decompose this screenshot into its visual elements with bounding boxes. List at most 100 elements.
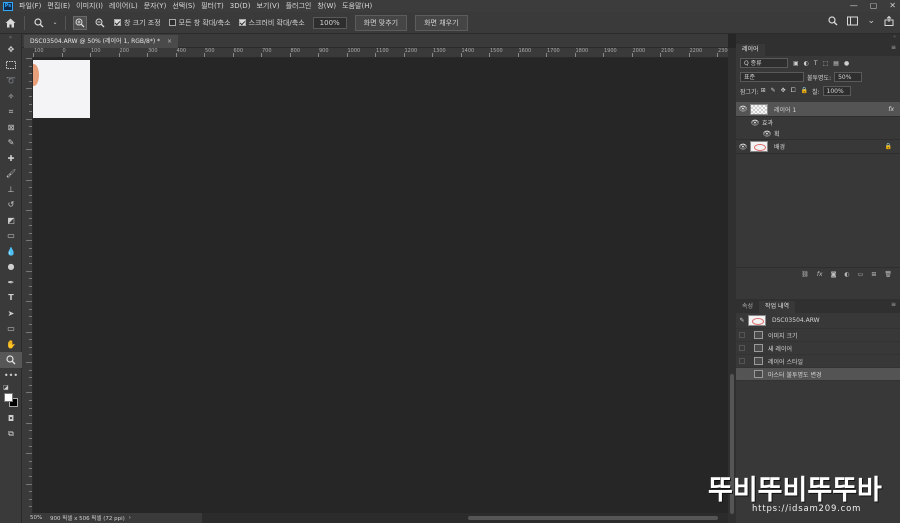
visibility-eye-icon[interactable]: 👁	[748, 119, 762, 127]
healing-brush-tool-icon[interactable]: ✚	[0, 151, 22, 167]
default-colors-icon[interactable]: ◪	[0, 383, 22, 391]
eyedropper-tool-icon[interactable]: ✎	[0, 135, 22, 151]
history-item-selected[interactable]: 마스터 불투명도 변경	[736, 368, 900, 381]
layer-row[interactable]: 👁 배경 🔒	[736, 139, 900, 154]
crop-tool-icon[interactable]: ⌗	[0, 104, 22, 120]
menu-3d[interactable]: 3D(D)	[230, 2, 251, 10]
gradient-tool-icon[interactable]: ▭	[0, 228, 22, 244]
type-tool-icon[interactable]: T	[0, 290, 22, 306]
history-item[interactable]: 새 레이어	[736, 342, 900, 355]
pen-tool-icon[interactable]: ✒	[0, 275, 22, 291]
type-filter-icon[interactable]: T	[814, 60, 818, 67]
shape-filter-icon[interactable]: ⬚	[823, 60, 829, 67]
history-snapshot[interactable]: ✎ DSC03504.ARW	[736, 313, 900, 329]
clone-stamp-tool-icon[interactable]: ⊥	[0, 182, 22, 198]
history-checkbox-box[interactable]	[739, 332, 745, 338]
image-filter-icon[interactable]: ▣	[793, 60, 799, 67]
fill-input[interactable]: 100%	[822, 86, 851, 96]
layer-row[interactable]: 👁 레이어 1 fx	[736, 102, 900, 117]
status-zoom[interactable]: 50%	[22, 515, 50, 521]
menu-select[interactable]: 선택(S)	[172, 1, 195, 11]
document-tab[interactable]: DSC03504.ARW @ 50% (레이어 1, RGB/8*) * ×	[24, 35, 179, 48]
zoom-percent-button[interactable]: 100%	[312, 16, 347, 29]
share-icon[interactable]	[884, 15, 894, 29]
menu-layer[interactable]: 레이어(L)	[109, 1, 138, 11]
horizontal-scroll-thumb[interactable]	[468, 516, 718, 520]
lock-artboard-icon[interactable]: ⧠	[791, 87, 796, 95]
add-mask-icon[interactable]: ◙	[831, 271, 837, 278]
effects-row[interactable]: 👁 효과	[736, 117, 900, 128]
panel-collapse-grip[interactable]: «	[736, 34, 900, 42]
fx-icon[interactable]: fx	[888, 106, 894, 113]
delete-layer-icon[interactable]: 🗑	[884, 271, 892, 278]
adjustment-filter-icon[interactable]: ◐	[804, 60, 809, 67]
magic-wand-tool-icon[interactable]: ✧	[0, 89, 22, 105]
panel-menu-icon[interactable]: ≡	[891, 44, 896, 51]
minimize-button[interactable]: —	[850, 1, 858, 10]
menu-plugins[interactable]: 플러그인	[286, 1, 312, 11]
marquee-tool-icon[interactable]	[0, 58, 22, 74]
zoom-tool-icon[interactable]	[0, 352, 22, 368]
zoom-out-icon[interactable]	[93, 16, 107, 30]
close-window-button[interactable]: ✕	[889, 1, 896, 10]
lock-position-icon[interactable]: ✥	[781, 87, 786, 95]
layer-filter-select[interactable]: Q 종류	[740, 58, 788, 68]
layer-name[interactable]: 배경	[774, 142, 785, 151]
history-item[interactable]: 레이어 스타일	[736, 355, 900, 368]
blur-tool-icon[interactable]: 💧	[0, 244, 22, 260]
scrubby-zoom-checkbox[interactable]: 스크러비 확대/축소	[238, 18, 305, 28]
lock-pixels-icon[interactable]: ✎	[771, 87, 776, 95]
home-icon[interactable]	[3, 16, 17, 30]
rectangle-tool-icon[interactable]: ▭	[0, 321, 22, 337]
workspace-icon[interactable]	[847, 16, 859, 29]
quick-mask-icon[interactable]: ◘	[0, 411, 22, 427]
history-item[interactable]: 이미지 크기	[736, 329, 900, 342]
add-style-icon[interactable]: fx	[817, 271, 823, 278]
visibility-eye-icon[interactable]: 👁	[760, 130, 774, 138]
new-adjustment-icon[interactable]: ◐	[844, 271, 849, 278]
link-layers-icon[interactable]: ⛓	[801, 271, 809, 278]
path-selection-tool-icon[interactable]: ➤	[0, 306, 22, 322]
tab-layers[interactable]: 레이어	[736, 44, 765, 56]
eraser-tool-icon[interactable]: ◩	[0, 213, 22, 229]
new-group-icon[interactable]: ▭	[858, 271, 864, 278]
status-arrow-icon[interactable]: ›	[129, 515, 131, 521]
lock-transparent-icon[interactable]: ⊞	[761, 87, 766, 95]
lock-all-icon[interactable]: 🔒	[801, 87, 808, 95]
visibility-eye-icon[interactable]: 👁	[736, 105, 750, 113]
new-layer-icon[interactable]: ⊞	[871, 271, 876, 278]
history-checkbox-box[interactable]	[739, 345, 745, 351]
hand-tool-icon[interactable]: ✋	[0, 337, 22, 353]
menu-filter[interactable]: 필터(T)	[201, 1, 224, 11]
dodge-tool-icon[interactable]: ●	[0, 259, 22, 275]
horizontal-ruler[interactable]: 100 0 100 200 300 400 500 600 700 800 900 1000 1100 1…	[33, 48, 728, 58]
document-image[interactable]	[33, 60, 90, 118]
fill-screen-button[interactable]: 화면 채우기	[415, 14, 468, 31]
vertical-scrollbar[interactable]	[728, 48, 736, 523]
layer-name[interactable]: 레이어 1	[774, 105, 796, 114]
opacity-input[interactable]: 50%	[834, 72, 863, 82]
zoom-in-icon[interactable]	[73, 15, 87, 30]
lasso-tool-icon[interactable]: ➰	[0, 73, 22, 89]
zoom-all-windows-checkbox[interactable]: 모든 창 확대/축소	[168, 18, 231, 28]
move-tool-icon[interactable]: ✥	[0, 42, 22, 58]
chevron-down-icon[interactable]: ⌄	[52, 16, 58, 30]
resize-windows-checkbox[interactable]: 창 크기 조정	[114, 18, 161, 28]
canvas-area[interactable]	[33, 58, 728, 513]
screen-mode-icon[interactable]: ⧉	[0, 427, 22, 443]
fit-screen-button[interactable]: 화면 맞추기	[354, 14, 408, 31]
smart-object-filter-icon[interactable]: ▤	[833, 60, 839, 67]
close-tab-icon[interactable]: ×	[167, 38, 172, 45]
frame-tool-icon[interactable]: ⊠	[0, 120, 22, 136]
history-brush-tool-icon[interactable]: ↺	[0, 197, 22, 213]
more-tools-icon[interactable]: •••	[0, 368, 22, 384]
blend-mode-select[interactable]: 표준	[740, 72, 804, 82]
search-icon[interactable]	[828, 16, 838, 29]
foreground-color-swatch[interactable]	[4, 393, 13, 402]
vertical-ruler[interactable]	[22, 58, 33, 513]
brush-tool-icon[interactable]: 🖌	[0, 166, 22, 182]
tab-history[interactable]: 작업 내역	[759, 301, 796, 313]
filter-toggle-icon[interactable]: ●	[844, 60, 849, 67]
history-checkbox-box[interactable]	[739, 371, 745, 377]
menu-help[interactable]: 도움말(H)	[342, 1, 372, 11]
